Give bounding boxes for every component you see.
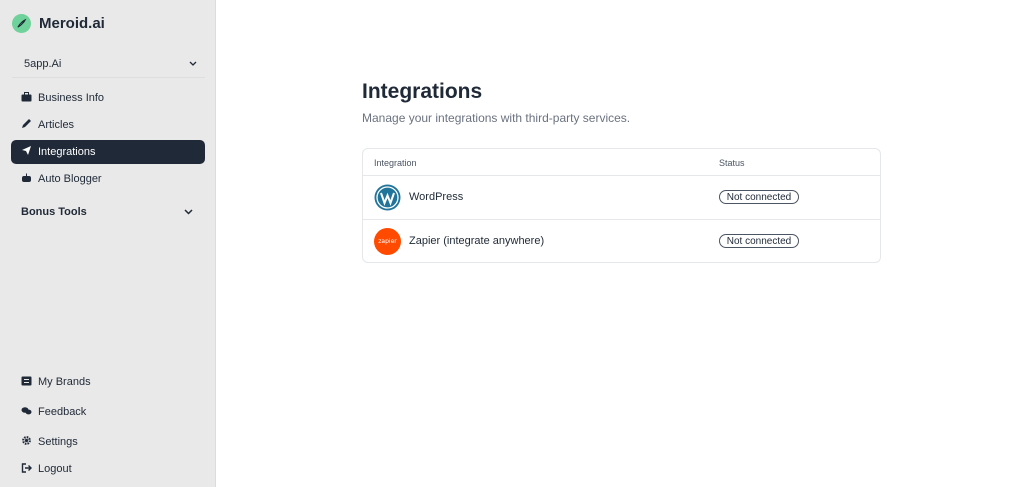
nav-business-info-label: Business Info	[38, 92, 105, 104]
list-icon	[21, 376, 32, 389]
nav-logout[interactable]: Logout	[11, 457, 205, 481]
logout-icon	[21, 462, 32, 476]
nav-logout-label: Logout	[38, 463, 72, 475]
chevron-down-icon	[189, 58, 197, 70]
column-header-integration: Integration	[374, 158, 417, 168]
briefcase-icon	[21, 91, 32, 105]
sidebar: Meroid.ai 5app.Ai Business Info Articles…	[0, 0, 216, 487]
status-badge: Not connected	[719, 190, 799, 204]
integrations-table: Integration Status WordPress Not connect…	[362, 148, 881, 263]
integration-name: WordPress	[409, 191, 464, 203]
zapier-icon: zapier	[374, 228, 401, 255]
nav-my-brands-label: My Brands	[38, 376, 91, 388]
workspace-name: 5app.Ai	[24, 57, 62, 70]
nav-business-info[interactable]: Business Info	[11, 86, 205, 110]
integration-name: Zapier (integrate anywhere)	[409, 235, 545, 247]
nav-articles[interactable]: Articles	[11, 113, 205, 137]
nav-bonus-tools[interactable]: Bonus Tools	[11, 201, 205, 223]
wordpress-icon	[374, 184, 401, 211]
nav-settings-label: Settings	[38, 436, 78, 448]
paper-plane-icon	[21, 145, 32, 159]
brand[interactable]: Meroid.ai	[12, 14, 105, 33]
nav-articles-label: Articles	[38, 119, 75, 131]
nav-feedback-label: Feedback	[38, 406, 87, 418]
table-row[interactable]: zapier Zapier (integrate anywhere) Not c…	[363, 220, 880, 264]
workspace-selector[interactable]: 5app.Ai	[12, 50, 205, 78]
chevron-down-icon	[184, 206, 193, 218]
brand-name: Meroid.ai	[39, 15, 105, 32]
column-header-status: Status	[719, 158, 745, 168]
nav-settings[interactable]: Settings	[11, 430, 205, 454]
nav-auto-blogger-label: Auto Blogger	[38, 173, 102, 185]
nav-bonus-tools-label: Bonus Tools	[21, 206, 87, 218]
robot-icon	[21, 173, 32, 186]
zapier-logo-text: zapier	[378, 238, 397, 245]
nav-auto-blogger[interactable]: Auto Blogger	[11, 167, 205, 191]
table-row[interactable]: WordPress Not connected	[363, 176, 880, 220]
nav-my-brands[interactable]: My Brands	[11, 370, 205, 394]
table-header: Integration Status	[363, 149, 880, 176]
nav-feedback[interactable]: Feedback	[11, 400, 205, 424]
rocket-logo-icon	[12, 14, 31, 33]
gear-icon	[21, 435, 32, 449]
page-title: Integrations	[362, 80, 483, 103]
nav-integrations[interactable]: Integrations	[11, 140, 205, 164]
pen-icon	[21, 118, 32, 132]
page-subtitle: Manage your integrations with third-part…	[362, 111, 631, 125]
comments-icon	[21, 406, 32, 419]
nav-integrations-label: Integrations	[38, 146, 96, 158]
status-badge: Not connected	[719, 234, 799, 248]
